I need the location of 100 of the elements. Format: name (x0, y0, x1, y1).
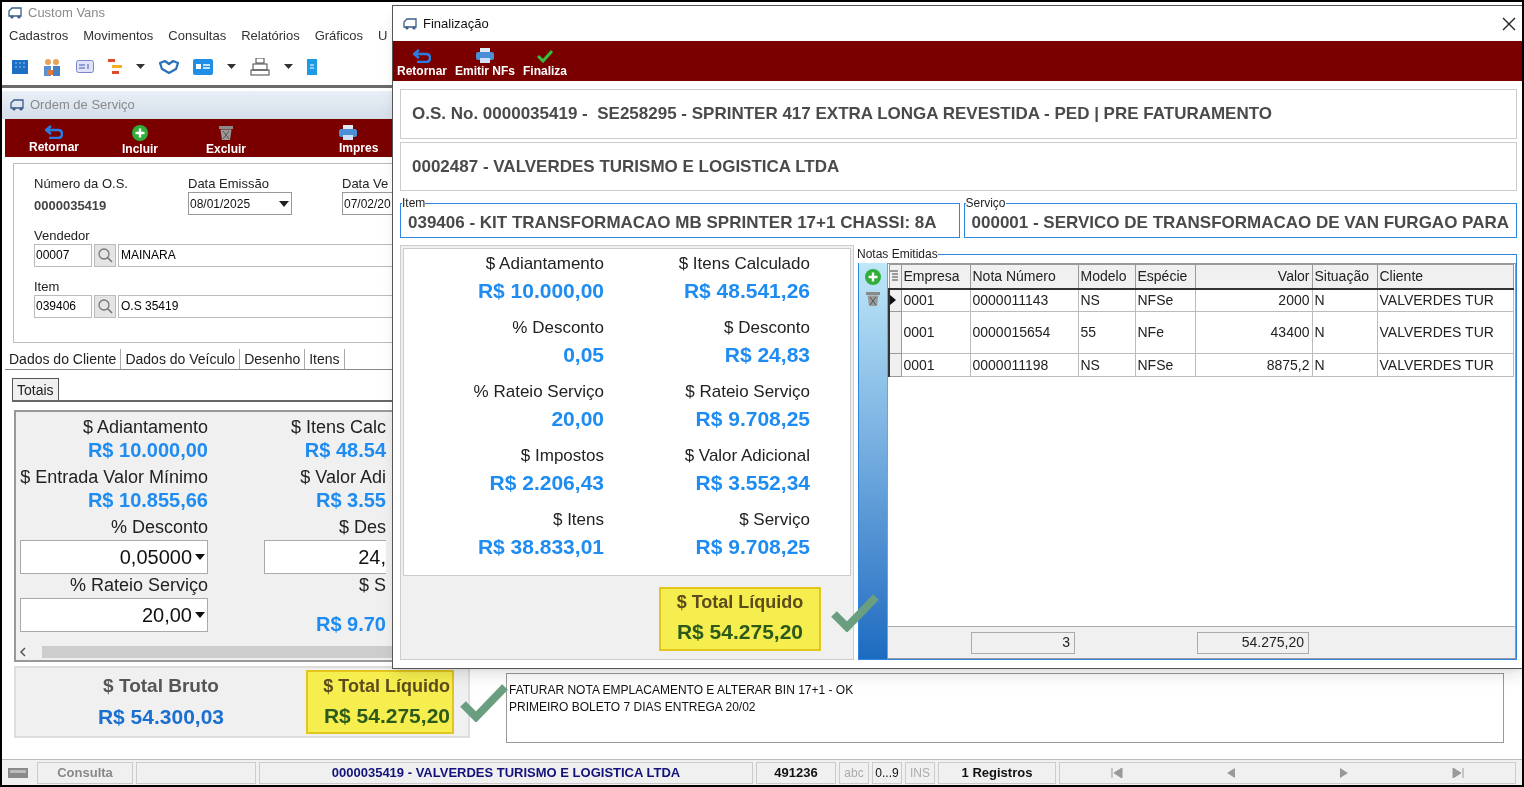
current-row-icon (890, 295, 896, 306)
total-label: % Desconto (110, 516, 208, 538)
column-header[interactable]: Empresa (901, 264, 970, 289)
column-header[interactable]: Nota Número (970, 264, 1078, 289)
summary-label: $ Itens Calculado (678, 253, 810, 275)
check-icon (537, 49, 554, 63)
field-label: Data Ve (342, 175, 390, 192)
van-icon (401, 17, 419, 30)
field-label: Data Emissão (188, 175, 270, 192)
total-label: % Rateio Serviço (69, 574, 208, 596)
menu-item[interactable]: Cadastros (9, 26, 69, 46)
toolbar-button[interactable]: Incluir (97, 125, 183, 156)
client-name: 0002487 - VALVERDES TURISMO E LOGISTICA LTDA (400, 142, 1517, 191)
tab[interactable]: Totais (12, 378, 59, 400)
row-indicator[interactable] (889, 288, 901, 312)
summary-value: R$ 38.833,01 (477, 534, 604, 560)
window-title: Ordem de Serviço (30, 96, 135, 115)
toolbar-button[interactable]: Excluir (183, 125, 269, 156)
tab[interactable]: Dados do Cliente (5, 349, 122, 369)
search-button[interactable] (94, 243, 116, 267)
note-line: PRIMEIRO BOLETO 7 DIAS ENTREGA 20/02 (509, 699, 757, 716)
add-icon[interactable] (865, 269, 881, 285)
status-indicator: 0...9 (872, 761, 902, 784)
tab[interactable]: Desenho (240, 349, 306, 369)
caret-icon[interactable] (227, 64, 236, 69)
notes-field[interactable]: FATURAR NOTA EMPLACAMENTO E ALTERAR BIN 17+1 - OK PRIMEIRO BOLETO 7 DIAS ENTREGA 20/02 (506, 673, 1504, 743)
cash-register-icon[interactable] (250, 57, 270, 76)
caret-icon (195, 612, 205, 618)
field-label: Número da O.S. (34, 175, 129, 192)
toolbar-button[interactable]: Retornar (11, 125, 97, 156)
tab[interactable]: Dados do Veículo (121, 349, 241, 369)
footer-sum: 54.275,20 (1197, 631, 1309, 654)
toolbar-button[interactable]: Emitir NFs (455, 48, 516, 78)
plus-icon (132, 125, 148, 141)
card-icon[interactable] (76, 60, 94, 73)
menu-item[interactable]: Relatórios (241, 26, 300, 46)
total-bruto-label: $ Total Bruto (103, 674, 219, 698)
people-icon[interactable] (42, 57, 62, 76)
table-cell: N (1312, 288, 1377, 312)
search-button[interactable] (94, 294, 116, 318)
code-field[interactable]: 039406 (34, 294, 92, 318)
menu-item[interactable]: U (378, 26, 388, 46)
field-label: Item (34, 277, 60, 295)
summary-label: $ Desconto (724, 317, 810, 339)
table-cell: VALVERDES TUR (1377, 288, 1513, 312)
next-record-icon[interactable] (1338, 767, 1349, 778)
table-cell: 0001 (901, 311, 970, 354)
note-line: FATURAR NOTA EMPLACAMENTO E ALTERAR BIN 17+1 - OK (509, 682, 855, 699)
total-label: $ Entrada Valor Mínimo (20, 466, 208, 488)
column-header[interactable]: Cliente (1377, 264, 1513, 289)
total-label: $ Valor Adi (300, 466, 386, 488)
summary-label: $ Serviço (739, 509, 810, 531)
row-indicator[interactable] (889, 353, 901, 377)
table-cell: VALVERDES TUR (1377, 353, 1513, 377)
first-record-icon[interactable] (1111, 767, 1124, 778)
column-header[interactable]: Espécie (1135, 264, 1195, 289)
close-icon[interactable] (1502, 16, 1516, 31)
dropdown-field[interactable]: 0,05000 (20, 540, 208, 574)
last-record-icon[interactable] (1451, 767, 1464, 778)
van-icon (8, 99, 26, 111)
row-indicator[interactable] (889, 311, 901, 354)
menu-item[interactable]: Gráficos (314, 26, 364, 46)
date-field[interactable]: 08/01/2025 (188, 192, 292, 215)
table-cell: NFSe (1135, 353, 1195, 377)
total-liquido-label: $ Total Líquido (676, 591, 804, 615)
column-header[interactable]: Valor (1195, 264, 1312, 289)
total-label: $ S (358, 574, 386, 596)
document-icon[interactable] (307, 58, 317, 75)
os-number: 0000035419 (34, 197, 108, 215)
keyboard-icon (8, 767, 28, 778)
column-header[interactable]: Situação (1312, 264, 1377, 289)
toolbar-button[interactable]: Retornar (397, 49, 447, 78)
group-value: 000001 - SERVICO DE TRANSFORMACAO DE VAN FURGAO PARA (971, 212, 1509, 234)
summary-value: 20,00 (551, 406, 604, 432)
total-liquido-value: R$ 54.275,20 (676, 619, 804, 646)
table-cell: NFSe (1135, 288, 1195, 312)
toolbar-button[interactable]: Finaliza (523, 49, 568, 78)
tab[interactable]: Itens (305, 349, 345, 369)
total-value: R$ 9.70 (315, 612, 386, 636)
dropdown-field[interactable]: 20,00 (20, 598, 208, 632)
trash-icon[interactable] (865, 291, 881, 307)
status-indicator: INS (905, 761, 935, 784)
van-icon (6, 7, 24, 19)
summary-label: % Desconto (512, 317, 604, 339)
caret-icon[interactable] (136, 64, 145, 69)
summary-label: $ Itens (552, 509, 604, 531)
column-header[interactable]: Modelo (1078, 264, 1135, 289)
building-icon[interactable] (12, 59, 28, 74)
menu-item[interactable]: Movimentos (83, 26, 154, 46)
input-field[interactable]: 24, (264, 540, 386, 574)
list-icon[interactable] (108, 58, 122, 75)
column-chooser-icon[interactable] (889, 270, 898, 283)
previous-record-icon[interactable] (1226, 767, 1237, 778)
caret-icon[interactable] (284, 64, 293, 69)
caret-icon (279, 200, 289, 207)
menu-item[interactable]: Consultas (168, 26, 227, 46)
id-card-icon[interactable] (193, 58, 213, 75)
summary-value: R$ 3.552,34 (695, 470, 810, 496)
toolbar-button[interactable]: Impres (339, 125, 385, 156)
code-field[interactable]: 00007 (34, 243, 92, 267)
